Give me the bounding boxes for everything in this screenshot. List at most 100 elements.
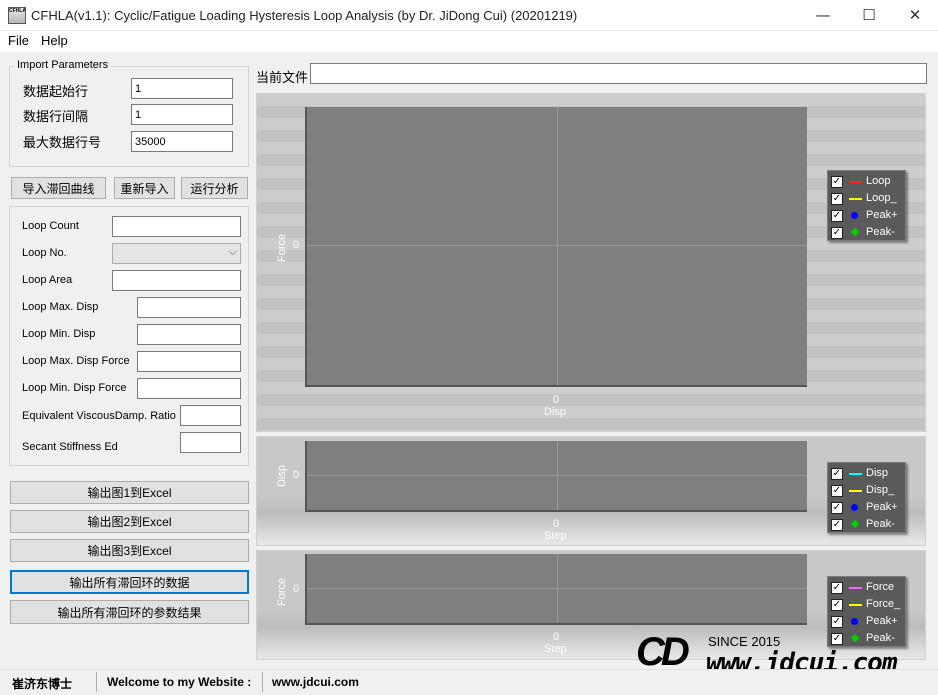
chart3-y-label: Force: [276, 577, 288, 606]
max-row-input[interactable]: 35000: [131, 131, 233, 152]
chart3-plot-area: [305, 554, 807, 625]
legend-label: Disp: [866, 467, 889, 479]
chart2-plot-area: [305, 441, 807, 512]
legend-item-disp-alt[interactable]: ✓ Disp_: [831, 482, 911, 499]
legend-item-loop-alt[interactable]: ✓ Loop_: [831, 190, 911, 207]
legend-checkbox[interactable]: ✓: [831, 176, 843, 188]
current-file-field[interactable]: [310, 63, 927, 84]
app-icon: CFHLA: [8, 7, 26, 24]
legend-checkbox[interactable]: ✓: [831, 502, 843, 514]
max-row-label: 最大数据行号: [23, 135, 102, 150]
max-disp-force-label: Loop Max. Disp Force: [22, 355, 130, 367]
run-analysis-button[interactable]: 运行分析: [181, 177, 248, 199]
diamond-marker-icon: [850, 633, 860, 643]
export-all-params-button[interactable]: 输出所有滞回环的参数结果: [10, 600, 249, 624]
maximize-button[interactable]: ☐: [846, 0, 892, 31]
min-disp-force-label: Loop Min. Disp Force: [22, 382, 127, 394]
reimport-button[interactable]: 重新导入: [114, 177, 175, 199]
legend-item-peak-neg[interactable]: ✓ Peak-: [831, 516, 911, 533]
legend-checkbox[interactable]: ✓: [831, 519, 843, 531]
line-swatch-icon: [849, 604, 862, 606]
line-swatch-icon: [849, 490, 862, 492]
minimize-button[interactable]: —: [800, 0, 846, 31]
legend-label: Peak+: [866, 501, 898, 513]
chart2-y-label: Disp: [276, 464, 288, 487]
chart1-grid-y: [307, 245, 807, 246]
legend-item-force-alt[interactable]: ✓ Force_: [831, 596, 911, 613]
export-chart3-button[interactable]: 输出图3到Excel: [10, 539, 249, 562]
legend-label: Force_: [866, 598, 901, 610]
diamond-marker-icon: [850, 227, 860, 237]
legend-label: Loop_: [866, 192, 897, 204]
menu-help[interactable]: Help: [41, 33, 68, 48]
chart3-y-tick: 0: [293, 583, 300, 595]
loop-count-field[interactable]: [112, 216, 241, 237]
legend-item-disp[interactable]: ✓ Disp: [831, 465, 911, 482]
legend-checkbox[interactable]: ✓: [831, 582, 843, 594]
legend-item-peak-neg[interactable]: ✓ Peak-: [831, 224, 911, 241]
loop-area-label: Loop Area: [22, 274, 73, 286]
secant-field[interactable]: [180, 432, 241, 453]
menu-file[interactable]: File: [8, 33, 29, 48]
start-row-input[interactable]: 1: [131, 78, 233, 99]
legend-item-force[interactable]: ✓ Force: [831, 579, 911, 596]
chevron-down-icon: ⌵: [228, 246, 237, 258]
legend-item-peak-pos[interactable]: ✓ Peak+: [831, 613, 911, 630]
chart2-x-tick: 0: [553, 518, 560, 530]
chart3-grid-y: [307, 588, 807, 589]
export-chart2-button[interactable]: 输出图2到Excel: [10, 510, 249, 533]
legend-checkbox[interactable]: ✓: [831, 485, 843, 497]
max-disp-force-field[interactable]: [137, 351, 241, 372]
chart2-x-label: Step: [544, 530, 567, 542]
min-disp-field[interactable]: [137, 324, 241, 345]
loop-area-field[interactable]: [112, 270, 241, 291]
chart1-legend: ✓ Loop ✓ Loop_ ✓ Peak+ ✓ Peak-: [827, 170, 906, 241]
eq-damp-field[interactable]: [180, 405, 241, 426]
chart3-legend: ✓ Force ✓ Force_ ✓ Peak+ ✓ Peak-: [827, 576, 906, 647]
legend-checkbox[interactable]: ✓: [831, 599, 843, 611]
secant-label: Secant Stiffness Ed: [22, 441, 118, 453]
chart1-x-tick: 0: [553, 394, 560, 406]
legend-label: Loop: [866, 175, 891, 187]
since-text: SINCE 2015: [708, 634, 781, 649]
legend-checkbox[interactable]: ✓: [831, 468, 843, 480]
max-disp-label: Loop Max. Disp: [22, 301, 99, 313]
legend-checkbox[interactable]: ✓: [831, 193, 843, 205]
window-title: CFHLA(v1.1): Cyclic/Fatigue Loading Hyst…: [31, 8, 578, 23]
legend-item-peak-pos[interactable]: ✓ Peak+: [831, 499, 911, 516]
import-curve-button[interactable]: 导入滞回曲线: [11, 177, 106, 199]
menu-bar: [0, 31, 938, 52]
chart1-y-label: Force: [276, 233, 288, 262]
eq-damp-label: Equivalent ViscousDamp. Ratio: [22, 410, 176, 422]
circle-marker-icon: [851, 212, 858, 219]
legend-label: Peak+: [866, 615, 898, 627]
min-disp-label: Loop Min. Disp: [22, 328, 96, 340]
chart2-grid-y: [307, 475, 807, 476]
status-website-link[interactable]: www.jdcui.com: [272, 675, 359, 689]
legend-label: Force: [866, 581, 895, 593]
loop-no-select[interactable]: ⌵: [112, 243, 241, 264]
close-button[interactable]: ✕: [892, 0, 938, 31]
chart2-y-tick: 0: [293, 469, 300, 481]
line-swatch-icon: [849, 198, 862, 200]
legend-checkbox[interactable]: ✓: [831, 633, 843, 645]
row-interval-input[interactable]: 1: [131, 104, 233, 125]
legend-item-peak-pos[interactable]: ✓ Peak+: [831, 207, 911, 224]
min-disp-force-field[interactable]: [137, 378, 241, 399]
legend-item-loop[interactable]: ✓ Loop: [831, 173, 911, 190]
loop-no-label: Loop No.: [22, 247, 67, 259]
status-divider: [96, 672, 97, 692]
current-file-label: 当前文件: [256, 70, 309, 85]
circle-marker-icon: [851, 504, 858, 511]
legend-checkbox[interactable]: ✓: [831, 227, 843, 239]
chart1-x-label: Disp: [544, 406, 567, 418]
export-chart1-button[interactable]: 输出图1到Excel: [10, 481, 249, 504]
line-swatch-icon: [849, 587, 862, 589]
diamond-marker-icon: [850, 519, 860, 529]
export-all-loops-button[interactable]: 输出所有滞回环的数据: [10, 570, 249, 594]
legend-checkbox[interactable]: ✓: [831, 210, 843, 222]
chart2-legend: ✓ Disp ✓ Disp_ ✓ Peak+ ✓ Peak-: [827, 462, 906, 533]
max-disp-field[interactable]: [137, 297, 241, 318]
legend-item-peak-neg[interactable]: ✓ Peak-: [831, 630, 911, 647]
legend-checkbox[interactable]: ✓: [831, 616, 843, 628]
